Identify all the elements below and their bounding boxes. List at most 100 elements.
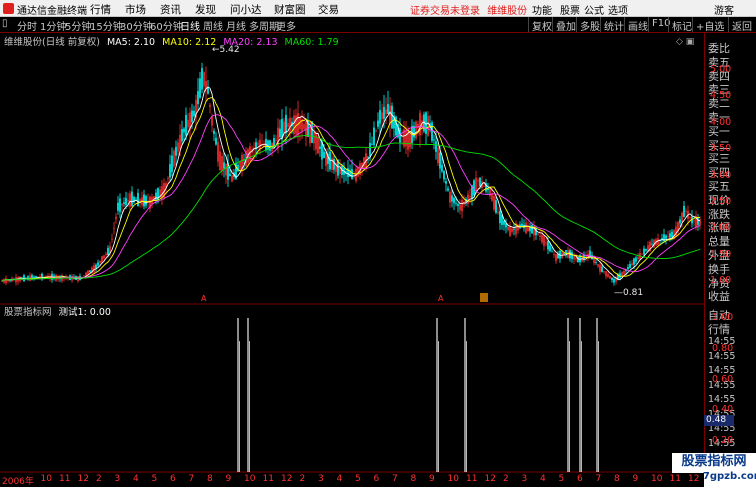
candle-body bbox=[685, 211, 687, 212]
add-watchlist-button[interactable]: +自选 bbox=[692, 17, 727, 33]
candle-body bbox=[467, 194, 469, 205]
menu-item-quotes[interactable]: 行情 bbox=[90, 2, 111, 17]
candle-body bbox=[437, 147, 439, 164]
tab-5min[interactable]: 5分钟 bbox=[65, 18, 91, 33]
candle-body bbox=[541, 234, 543, 243]
tab-monthly[interactable]: 月线 bbox=[226, 18, 246, 33]
tab-weekly[interactable]: 周线 bbox=[203, 18, 223, 33]
login-status[interactable]: 证券交易未登录 维维股份 bbox=[410, 2, 527, 17]
date-axis-label: 11 bbox=[59, 474, 71, 484]
tab-timeshare[interactable]: 分时 bbox=[17, 18, 37, 33]
date-axis-label: 3 bbox=[114, 474, 121, 484]
date-axis-label: 10 bbox=[40, 474, 52, 484]
candle-body bbox=[295, 115, 297, 134]
ma10-label: MA10: 2.12 bbox=[162, 37, 217, 48]
candle-body bbox=[507, 226, 509, 231]
menu-formula[interactable]: 公式 bbox=[584, 2, 604, 17]
candle-body bbox=[453, 197, 455, 204]
candle-body bbox=[221, 155, 223, 172]
price-axis-label: 4.50 bbox=[710, 90, 732, 102]
candle-body bbox=[317, 136, 319, 154]
candle-body bbox=[187, 119, 189, 128]
candle-body bbox=[441, 164, 443, 172]
candle-body bbox=[287, 123, 289, 128]
date-axis-label: 4 bbox=[336, 474, 343, 484]
candle-body bbox=[143, 194, 145, 207]
chart-window-icon[interactable]: ◇ ▣ bbox=[676, 37, 694, 47]
mark-button[interactable]: 标记 bbox=[668, 17, 695, 33]
date-axis-label: 8 bbox=[614, 474, 620, 484]
candle-body bbox=[319, 146, 321, 150]
tab-multi-period[interactable]: 多周期 bbox=[249, 18, 279, 33]
app-name: 通达信金融终端 bbox=[17, 6, 87, 17]
menu-options[interactable]: 选项 bbox=[608, 2, 628, 17]
menu-guest[interactable]: 游客 bbox=[714, 2, 734, 17]
kline-chart[interactable]: ←5.42—0.81A A bbox=[0, 33, 704, 473]
candle-body bbox=[539, 235, 541, 238]
ma5-line bbox=[1, 86, 701, 282]
menu-stock[interactable]: 股票 bbox=[560, 2, 580, 17]
date-axis-label: 4 bbox=[540, 474, 546, 484]
tab-15min[interactable]: 15分钟 bbox=[90, 18, 123, 33]
app-logo-icon bbox=[3, 3, 14, 14]
tab-daily[interactable]: 日线 bbox=[180, 18, 200, 33]
candle-body bbox=[183, 128, 185, 133]
candle-body bbox=[461, 200, 463, 212]
date-axis-label: 12 bbox=[484, 474, 496, 484]
candle-body bbox=[99, 260, 101, 263]
statistics-button[interactable]: 统计 bbox=[600, 17, 627, 33]
back-button[interactable]: 返回 bbox=[728, 17, 755, 33]
candle-body bbox=[551, 251, 553, 253]
candle-body bbox=[275, 139, 277, 141]
tab-30min[interactable]: 30分钟 bbox=[120, 18, 153, 33]
date-axis-label: 6 bbox=[170, 474, 176, 484]
candle-body bbox=[173, 150, 175, 167]
tab-1min[interactable]: 1分钟 bbox=[40, 18, 66, 33]
candle-body bbox=[553, 254, 555, 255]
adjust-button[interactable]: 复权 bbox=[528, 17, 555, 33]
candle-body bbox=[637, 256, 639, 260]
candle-body bbox=[103, 255, 105, 259]
candle-body bbox=[323, 151, 325, 159]
candle-body bbox=[217, 141, 219, 162]
candle-body bbox=[651, 243, 653, 245]
candle-body bbox=[201, 68, 203, 90]
menu-item-wealth[interactable]: 财富圈 bbox=[274, 2, 306, 17]
menu-item-ask[interactable]: 问小达 bbox=[230, 2, 262, 17]
sub-axis-label: 0.40 bbox=[712, 404, 734, 416]
tab-60min[interactable]: 60分钟 bbox=[150, 18, 183, 33]
candle-body bbox=[369, 142, 371, 157]
candle-body bbox=[185, 114, 187, 136]
candle-body bbox=[611, 277, 613, 281]
date-axis-label: 2 bbox=[299, 474, 306, 484]
candle-body bbox=[601, 266, 603, 273]
candle-body bbox=[145, 196, 147, 206]
candle-body bbox=[623, 270, 625, 275]
candle-body bbox=[225, 163, 227, 176]
menu-item-discover[interactable]: 发现 bbox=[195, 2, 216, 17]
sub-indicator-header: 股票指标网 测试1: 0.00 bbox=[4, 304, 111, 318]
date-axis: 2006年 10 11 12 2 3 4 5 6 7 8 9 10 11 12 2 3 4 5 6 7 8 9 10 11 12 2… bbox=[0, 473, 704, 487]
candle-body bbox=[179, 134, 181, 150]
menu-item-news[interactable]: 资讯 bbox=[160, 2, 181, 17]
date-axis-label: 12 bbox=[281, 474, 293, 484]
draw-line-button[interactable]: 画线 bbox=[624, 17, 651, 33]
candle-body bbox=[645, 248, 647, 251]
tab-more[interactable]: 更多 bbox=[276, 18, 296, 33]
menu-function[interactable]: 功能 bbox=[532, 2, 552, 17]
ma60-label: MA60: 1.79 bbox=[284, 37, 339, 48]
menu-item-trade[interactable]: 交易 bbox=[318, 2, 339, 17]
candle-body bbox=[293, 115, 295, 135]
overlay-button[interactable]: 叠加 bbox=[552, 17, 579, 33]
menu-item-market[interactable]: 市场 bbox=[125, 2, 146, 17]
candle-body bbox=[89, 270, 91, 273]
multi-stock-button[interactable]: 多股 bbox=[576, 17, 603, 33]
candle-body bbox=[407, 128, 409, 150]
candle-body bbox=[111, 238, 113, 240]
candle-body bbox=[479, 177, 481, 187]
candle-body bbox=[469, 196, 471, 198]
panel-toggle-icon[interactable]: ▯ bbox=[2, 18, 8, 29]
candle-body bbox=[667, 236, 669, 237]
candle-body bbox=[207, 87, 209, 94]
candle-body bbox=[137, 192, 139, 207]
